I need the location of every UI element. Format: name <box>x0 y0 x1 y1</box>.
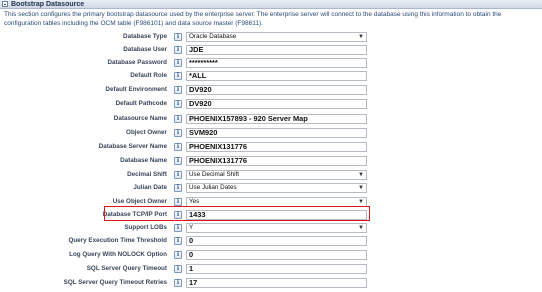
form-row: Database Server Name i PHOENIX131776 <box>0 141 542 153</box>
info-icon[interactable]: i <box>174 59 182 67</box>
form-row: Decimal Shift i Use Decimal Shift ▼ <box>0 169 542 181</box>
field-label: Default Role <box>130 72 167 79</box>
select-value: Y <box>189 224 194 231</box>
field-label: Database User <box>123 46 167 53</box>
field-input[interactable]: ********** <box>186 58 367 68</box>
field-select[interactable]: Use Decimal Shift ▼ <box>186 170 367 180</box>
field-label: SQL Server Query Timeout Retries <box>63 279 167 286</box>
form-row: Log Query With NOLOCK Option i 0 <box>0 249 542 261</box>
field-input[interactable]: 17 <box>186 278 367 288</box>
field-input[interactable]: PHOENIX131776 <box>186 142 367 152</box>
collapse-toggle-icon[interactable] <box>2 1 8 7</box>
form-row: Julian Date i Use Julian Dates ▼ <box>0 182 542 194</box>
field-input[interactable]: *ALL <box>186 71 367 81</box>
field-label: Database Name <box>120 157 167 164</box>
field-label: Support LOBs <box>124 224 167 231</box>
field-label: SQL Server Query Timeout <box>86 265 167 272</box>
chevron-down-icon[interactable]: ▼ <box>358 199 364 206</box>
select-value: Yes <box>189 198 200 205</box>
info-icon[interactable]: i <box>174 46 182 54</box>
chevron-down-icon[interactable]: ▼ <box>358 185 364 192</box>
form-row: Database User i JDE <box>0 44 542 56</box>
field-label: Object Owner <box>126 129 167 136</box>
field-label: Database Type <box>123 33 167 40</box>
field-input[interactable]: DV920 <box>186 85 367 95</box>
info-icon[interactable]: i <box>174 237 182 245</box>
info-icon[interactable]: i <box>174 184 182 192</box>
field-input[interactable]: 0 <box>186 250 367 260</box>
field-label: Database Password <box>107 59 168 66</box>
form-row: SQL Server Query Timeout i 1 <box>0 263 542 275</box>
field-input[interactable]: 1 <box>186 264 367 274</box>
info-icon[interactable]: i <box>174 86 182 94</box>
form-row: Datasource Name i PHOENIX157893 - 920 Serv… <box>0 113 542 125</box>
section-header: Bootstrap Datasource <box>0 0 542 9</box>
field-label: Decimal Shift <box>127 171 167 178</box>
form-row: Default Pathcode i DV920 <box>0 98 542 110</box>
field-input[interactable]: 0 <box>186 236 367 246</box>
info-icon[interactable]: i <box>174 72 182 80</box>
field-input[interactable]: PHOENIX131776 <box>186 156 367 166</box>
info-icon[interactable]: i <box>174 265 182 273</box>
field-input[interactable]: JDE <box>186 45 367 55</box>
form-row: Database Type i Oracle Database ▼ <box>0 31 542 43</box>
field-select[interactable]: Oracle Database ▼ <box>186 32 367 42</box>
form-row: Default Environment i DV920 <box>0 84 542 96</box>
info-icon[interactable]: i <box>174 157 182 165</box>
info-icon[interactable]: i <box>174 115 182 123</box>
form-row: Object Owner i SVM920 <box>0 127 542 139</box>
form-row: SQL Server Query Timeout Retries i 17 <box>0 277 542 289</box>
field-label: Julian Date <box>133 184 167 191</box>
chevron-down-icon[interactable]: ▼ <box>358 225 364 232</box>
form-row: Query Execution Time Threshold i 0 <box>0 235 542 247</box>
field-input[interactable]: DV920 <box>186 99 367 109</box>
section-title: Bootstrap Datasource <box>11 1 85 8</box>
form-row: Default Role i *ALL <box>0 70 542 82</box>
field-select[interactable]: Y ▼ <box>186 223 367 233</box>
form-row: Support LOBs i Y ▼ <box>0 222 542 234</box>
select-value: Use Decimal Shift <box>189 171 240 178</box>
info-icon[interactable]: i <box>174 279 182 287</box>
info-icon[interactable]: i <box>174 129 182 137</box>
info-icon[interactable]: i <box>174 100 182 108</box>
field-label: Datasource Name <box>113 115 167 122</box>
chevron-down-icon[interactable]: ▼ <box>358 34 364 41</box>
chevron-down-icon[interactable]: ▼ <box>358 172 364 179</box>
select-value: Oracle Database <box>189 33 237 40</box>
field-label: Database Server Name <box>98 143 167 150</box>
section-description: This section configures the primary boot… <box>4 11 502 27</box>
form-row: Database Name i PHOENIX131776 <box>0 155 542 167</box>
info-icon[interactable]: i <box>174 33 182 41</box>
field-select[interactable]: Use Julian Dates ▼ <box>186 183 367 193</box>
info-icon[interactable]: i <box>174 171 182 179</box>
info-icon[interactable]: i <box>174 224 182 232</box>
field-input[interactable]: SVM920 <box>186 128 367 138</box>
select-value: Use Julian Dates <box>189 184 237 191</box>
field-input[interactable]: PHOENIX157893 - 920 Server Map <box>186 114 367 124</box>
field-label: Query Execution Time Threshold <box>68 237 167 244</box>
info-icon[interactable]: i <box>174 143 182 151</box>
form-row: Database Password i ********** <box>0 57 542 69</box>
field-label: Log Query With NOLOCK Option <box>69 251 167 258</box>
highlight-box <box>104 206 370 221</box>
info-icon[interactable]: i <box>174 198 182 206</box>
field-label: Default Pathcode <box>115 100 167 107</box>
info-icon[interactable]: i <box>174 251 182 259</box>
field-label: Default Environment <box>105 86 167 93</box>
